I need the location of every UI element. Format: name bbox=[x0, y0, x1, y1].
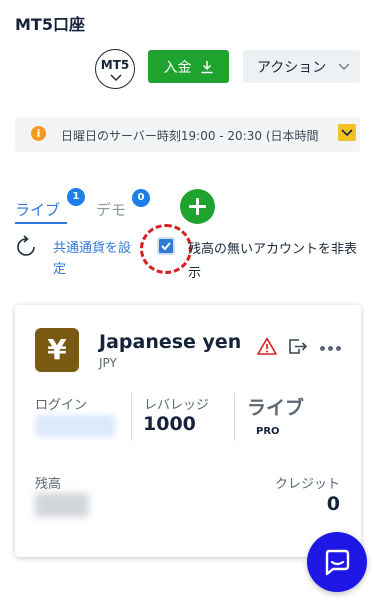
export-icon[interactable] bbox=[288, 338, 308, 355]
balance-value-redacted bbox=[35, 493, 89, 517]
account-type: ライブ bbox=[247, 397, 305, 419]
account-name: Japanese yen bbox=[99, 331, 242, 353]
deposit-button[interactable]: 入金 bbox=[148, 50, 229, 83]
divider bbox=[131, 393, 132, 441]
info-icon: i bbox=[31, 126, 46, 141]
account-currency-code: JPY bbox=[99, 356, 117, 370]
checkmark-icon bbox=[161, 242, 171, 251]
hide-empty-accounts-checkbox[interactable] bbox=[157, 237, 175, 255]
chevron-down-icon bbox=[110, 74, 122, 81]
expand-notice-button[interactable] bbox=[338, 124, 356, 141]
balance-label: 残高 bbox=[35, 477, 62, 492]
set-shared-currency-link[interactable]: 共通通貨を設定 bbox=[53, 238, 141, 280]
page-title: MT5口座 bbox=[15, 15, 85, 34]
action-dropdown[interactable]: アクション bbox=[243, 50, 360, 83]
more-icon[interactable] bbox=[320, 346, 341, 351]
demo-count-badge: 0 bbox=[132, 189, 150, 207]
active-tab-indicator bbox=[15, 222, 67, 224]
account-type-sub: PRO bbox=[256, 426, 280, 437]
chevron-down-icon bbox=[338, 63, 350, 70]
credit-value: 0 bbox=[326, 493, 340, 515]
tab-live[interactable]: ライブ bbox=[15, 199, 60, 220]
account-card[interactable]: ¥ Japanese yen JPY ログイン レバレッジ 1000 ライブ P… bbox=[15, 305, 361, 557]
leverage-label: レバレッジ bbox=[144, 398, 210, 413]
action-dropdown-label: アクション bbox=[257, 59, 327, 76]
chevron-down-icon bbox=[341, 129, 353, 137]
divider bbox=[234, 393, 235, 441]
login-label: ログイン bbox=[35, 398, 88, 413]
live-count-badge: 1 bbox=[67, 188, 85, 206]
leverage-value: 1000 bbox=[143, 413, 196, 435]
download-icon bbox=[201, 60, 212, 73]
platform-badge[interactable]: MT5 bbox=[95, 49, 135, 89]
login-value-redacted bbox=[35, 415, 115, 437]
add-account-button[interactable] bbox=[180, 189, 215, 224]
chat-icon bbox=[325, 549, 350, 576]
deposit-button-label: 入金 bbox=[163, 59, 192, 76]
refresh-icon[interactable] bbox=[14, 235, 38, 259]
hide-empty-accounts-label[interactable]: 残高の無いアカウントを非表示 bbox=[188, 238, 366, 286]
platform-badge-label: MT5 bbox=[100, 58, 130, 72]
yen-currency-icon: ¥ bbox=[35, 328, 79, 372]
chat-button[interactable] bbox=[307, 532, 367, 592]
warning-icon[interactable] bbox=[257, 337, 277, 355]
maintenance-notice: i 日曜日のサーバー時刻19:00 - 20:30 (日本時間 bbox=[15, 117, 360, 152]
credit-label: クレジット bbox=[274, 477, 340, 492]
notice-text: 日曜日のサーバー時刻19:00 - 20:30 (日本時間 bbox=[61, 129, 319, 143]
tab-demo[interactable]: デモ bbox=[96, 199, 126, 220]
